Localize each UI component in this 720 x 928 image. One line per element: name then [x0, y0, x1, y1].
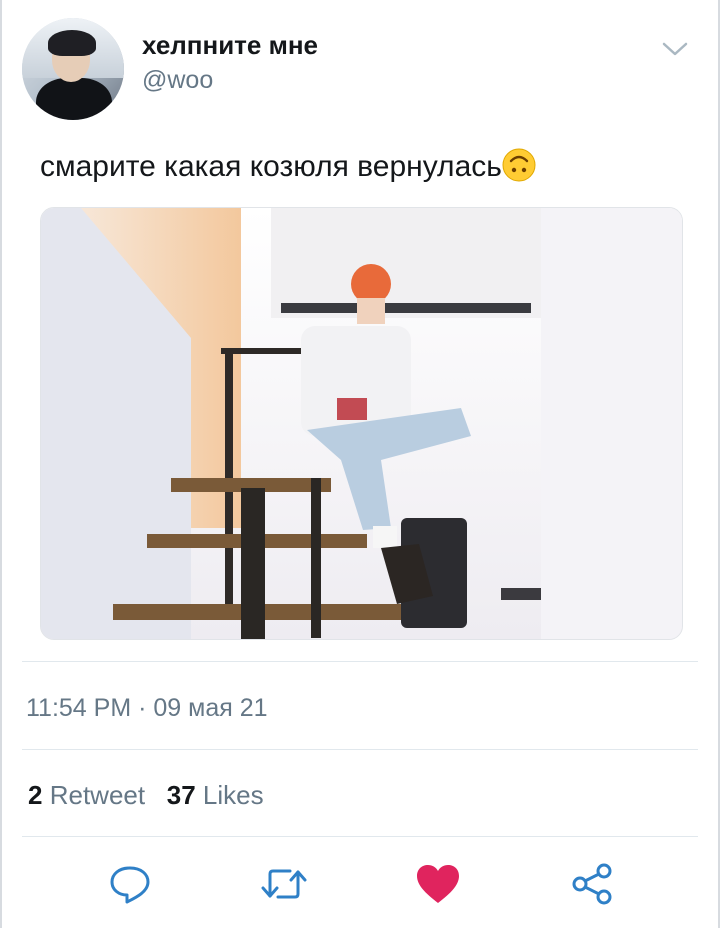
reply-button[interactable] [106, 858, 154, 910]
divider [22, 836, 698, 837]
tweet-photo[interactable] [40, 207, 683, 640]
tweet-time: 11:54 PM [26, 694, 132, 722]
timestamp-separator: · [138, 694, 147, 722]
upside-down-face-emoji [502, 148, 536, 182]
tweet-body: смарите какая козюля вернулась [40, 150, 502, 183]
author-handle[interactable]: @woo [142, 66, 213, 95]
likes-label: Likes [202, 780, 264, 810]
like-button[interactable] [414, 858, 462, 910]
retweet-count: 2 [28, 780, 43, 810]
tweet-date: 09 мая 21 [153, 694, 268, 722]
photo-image [41, 208, 682, 639]
divider [22, 749, 698, 750]
author-name[interactable]: хелпните мне [142, 30, 318, 61]
chevron-down-icon[interactable] [660, 34, 690, 64]
tweet-timestamp[interactable]: 11:54 PM · 09 мая 21 [26, 694, 268, 723]
likes-stat[interactable]: 37 Likes [167, 780, 264, 810]
retweet-stat[interactable]: 2 Retweet [28, 780, 145, 810]
share-icon [572, 863, 612, 905]
tweet-stats: 2 Retweet 37 Likes [28, 780, 264, 811]
reply-icon [110, 866, 150, 904]
retweet-icon [261, 869, 307, 899]
retweet-label: Retweet [49, 780, 146, 810]
likes-count: 37 [166, 780, 196, 810]
left-border [0, 0, 2, 928]
tweet-text: смарите какая козюля вернулась [40, 148, 536, 184]
avatar[interactable] [22, 18, 124, 120]
divider [22, 661, 698, 662]
tweet-header: хелпните мне @woo [22, 18, 698, 128]
like-heart-icon [417, 865, 459, 903]
retweet-button[interactable] [260, 858, 308, 910]
share-button[interactable] [568, 858, 616, 910]
